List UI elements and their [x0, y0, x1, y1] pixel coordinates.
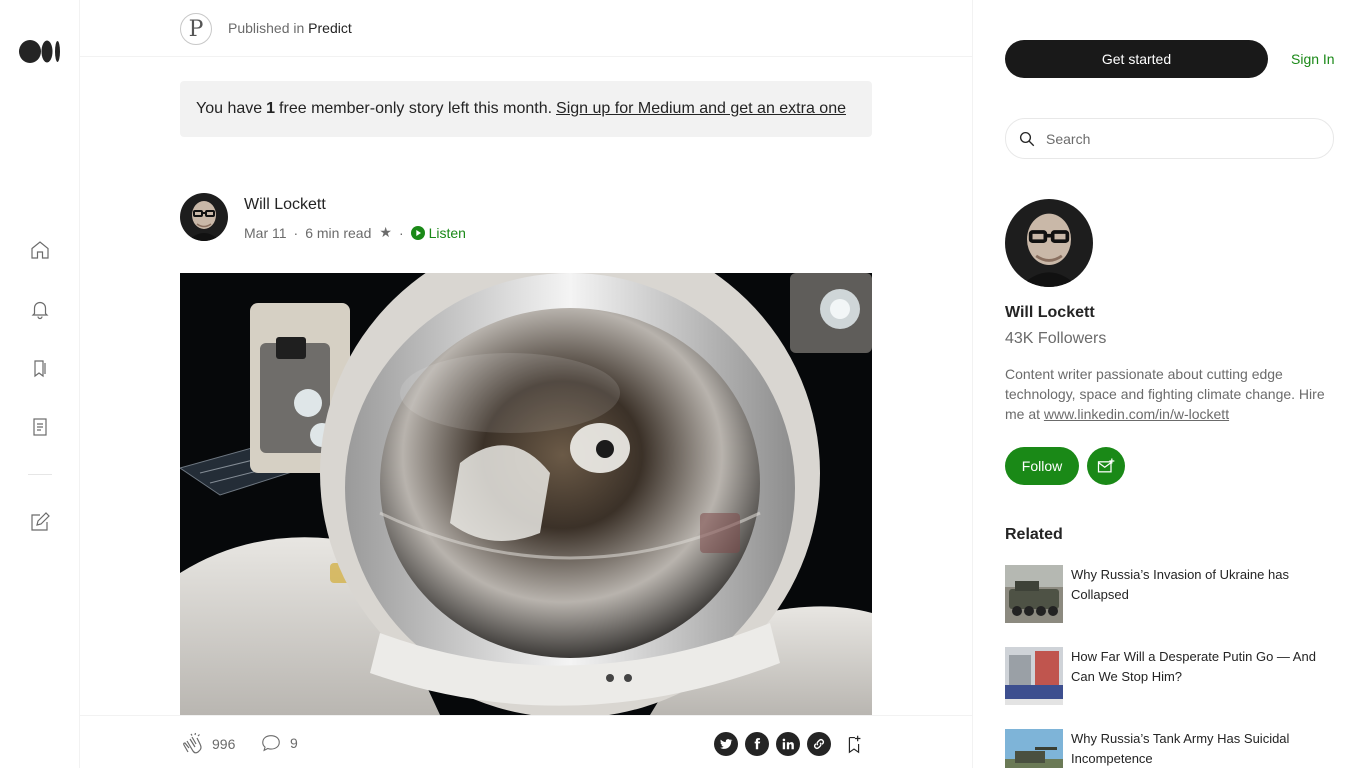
related-thumbnail — [1005, 729, 1063, 768]
author-avatar[interactable] — [180, 193, 228, 241]
publication-bar: P Published in Predict — [80, 0, 972, 57]
member-story-banner: You have 1 free member-only story left t… — [180, 81, 872, 137]
clap-count: 996 — [212, 736, 236, 752]
sidebar-author-avatar[interactable] — [1005, 199, 1093, 287]
search-input[interactable] — [1046, 130, 1306, 147]
related-story[interactable]: Why Russia’s Invasion of Ukraine has Col… — [1005, 565, 1345, 625]
twitter-icon[interactable] — [714, 732, 738, 756]
related-story[interactable]: Why Russia’s Tank Army Has Suicidal Inco… — [1005, 729, 1345, 768]
email-subscribe-icon — [1097, 458, 1115, 473]
play-icon — [410, 225, 425, 240]
link-icon[interactable] — [807, 732, 831, 756]
linkedin-icon[interactable] — [776, 732, 800, 756]
search-icon — [1019, 131, 1035, 146]
member-star-icon: ★ — [379, 224, 392, 240]
related-heading: Related — [1005, 526, 1063, 543]
publish-date: Mar 11 — [244, 224, 287, 241]
clap-icon — [183, 732, 202, 754]
listen-label: Listen — [428, 224, 466, 241]
meta-separator: · — [398, 224, 404, 241]
right-sidebar: Get started Sign In Will Lockett 43K Fol… — [973, 0, 1366, 768]
medium-logo[interactable] — [19, 40, 61, 63]
facebook-icon[interactable] — [745, 732, 769, 756]
article-meta: Mar 11 · 6 min read ★ · Listen — [244, 224, 466, 241]
sidebar-author-name[interactable]: Will Lockett — [1005, 304, 1095, 322]
follow-button[interactable]: Follow — [1005, 447, 1079, 485]
responses-button[interactable]: 9 — [260, 732, 298, 754]
listen-button[interactable]: Listen — [410, 224, 466, 241]
read-time: 6 min read — [305, 224, 372, 241]
related-thumbnail — [1005, 565, 1063, 623]
publication-logo[interactable]: P — [180, 13, 212, 45]
clap-button[interactable]: 996 — [180, 732, 235, 756]
publication-prefix: Published in — [228, 20, 305, 36]
stories-icon[interactable] — [27, 414, 53, 440]
publication-credit: Published in Predict — [228, 20, 352, 36]
bell-icon[interactable] — [27, 296, 53, 322]
article-action-bar: 996 9 — [80, 715, 972, 768]
bio-link[interactable]: www.linkedin.com/in/w-lockett — [1044, 406, 1229, 422]
meta-separator: · — [293, 224, 299, 241]
banner-text-before: You have — [196, 100, 263, 117]
rail-divider — [28, 474, 52, 475]
author-bio: Content writer passionate about cutting … — [1005, 364, 1340, 424]
signup-link[interactable]: Sign up for Medium and get an extra one — [556, 100, 846, 118]
related-thumbnail — [1005, 647, 1063, 705]
related-story-title: Why Russia’s Invasion of Ukraine has Col… — [1071, 567, 1289, 602]
left-nav-rail — [0, 0, 80, 768]
comment-icon — [262, 735, 280, 752]
bookmark-add-icon[interactable] — [842, 732, 866, 756]
response-count: 9 — [290, 735, 298, 751]
hero-image — [180, 273, 872, 715]
sign-in-link[interactable]: Sign In — [1291, 51, 1335, 67]
search-box — [1005, 118, 1334, 159]
related-story-title: Why Russia’s Tank Army Has Suicidal Inco… — [1071, 731, 1290, 766]
write-icon[interactable] — [27, 509, 53, 535]
author-name[interactable]: Will Lockett — [244, 196, 326, 214]
subscribe-email-button[interactable] — [1087, 447, 1125, 485]
home-icon[interactable] — [27, 237, 53, 263]
banner-text-after: free member-only story left this month. — [279, 100, 553, 117]
publication-link[interactable]: Predict — [308, 20, 352, 36]
bookmarks-icon[interactable] — [27, 355, 53, 381]
banner-count: 1 — [266, 100, 276, 117]
follower-count[interactable]: 43K Followers — [1005, 330, 1106, 348]
related-story[interactable]: How Far Will a Desperate Putin Go — And … — [1005, 647, 1345, 707]
article-column: P Published in Predict You have 1 free m… — [80, 0, 973, 768]
get-started-button[interactable]: Get started — [1005, 40, 1268, 78]
related-story-title: How Far Will a Desperate Putin Go — And … — [1071, 649, 1316, 684]
